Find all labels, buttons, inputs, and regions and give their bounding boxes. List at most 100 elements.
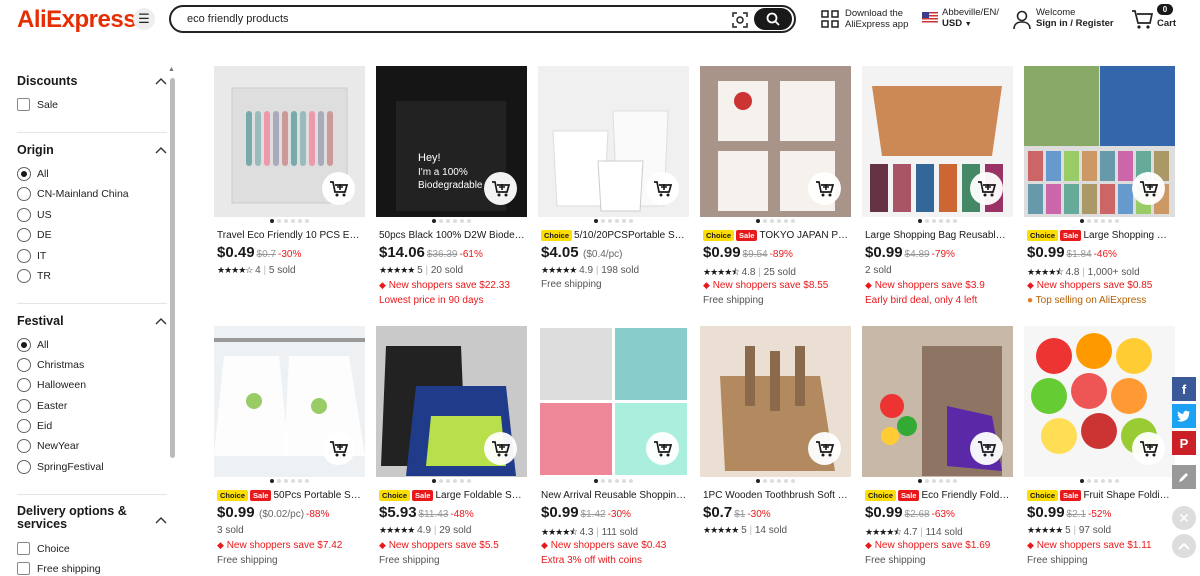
image-carousel-dots[interactable] [538, 219, 689, 225]
carousel-dot[interactable] [770, 479, 774, 483]
carousel-dot[interactable] [791, 219, 795, 223]
product-title[interactable]: ChoiceSaleLarge Foldable Shopping Bag [379, 488, 525, 502]
download-app[interactable]: Download the AliExpress app [821, 8, 921, 34]
add-to-cart-button[interactable] [322, 432, 355, 465]
carousel-dot[interactable] [467, 219, 471, 223]
carousel-dot[interactable] [777, 479, 781, 483]
carousel-dot[interactable] [291, 479, 295, 483]
carousel-dot[interactable] [277, 479, 281, 483]
product-title[interactable]: Travel Eco Friendly 10 PCS Eco Friendly [217, 228, 363, 242]
carousel-dot[interactable] [932, 479, 936, 483]
carousel-dot[interactable] [1087, 219, 1091, 223]
carousel-dot[interactable] [460, 479, 464, 483]
checkbox[interactable] [17, 542, 30, 555]
add-to-cart-button[interactable] [1132, 172, 1165, 205]
product-card[interactable]: ChoiceSaleFruit Shape Folding Shopping B… [1024, 326, 1175, 576]
carousel-dot[interactable] [432, 219, 436, 223]
image-carousel-dots[interactable] [700, 219, 851, 225]
carousel-dot[interactable] [925, 479, 929, 483]
carousel-dot[interactable] [601, 479, 605, 483]
radio[interactable] [17, 378, 31, 392]
carousel-dot[interactable] [460, 219, 464, 223]
add-to-cart-button[interactable] [484, 432, 517, 465]
carousel-dot[interactable] [298, 219, 302, 223]
radio[interactable] [17, 249, 31, 263]
carousel-dot[interactable] [439, 479, 443, 483]
radio[interactable] [17, 419, 31, 433]
carousel-dot[interactable] [777, 219, 781, 223]
radio[interactable] [17, 399, 31, 413]
carousel-dot[interactable] [1087, 479, 1091, 483]
carousel-dot[interactable] [1108, 219, 1112, 223]
add-to-cart-button[interactable] [484, 172, 517, 205]
carousel-dot[interactable] [946, 479, 950, 483]
sidebar-scrollbar[interactable]: ▲ [168, 66, 176, 466]
product-card[interactable]: Hey! I'm a 100% Biodegradable 50pcs Black 1… [376, 66, 527, 316]
product-title[interactable]: ChoiceSale50Pcs Portable Shoe Storage Ba… [217, 488, 363, 502]
feedback-icon[interactable] [1172, 465, 1196, 489]
account[interactable]: Welcome Sign in / Register [1013, 6, 1123, 34]
carousel-dot[interactable] [932, 219, 936, 223]
scrollbar-thumb[interactable] [170, 78, 175, 458]
radio[interactable] [17, 358, 31, 372]
carousel-dot[interactable] [622, 219, 626, 223]
carousel-dot[interactable] [467, 479, 471, 483]
product-title[interactable]: Large Shopping Bag Reusable Foldable [865, 228, 1011, 242]
product-card[interactable]: ChoiceSaleLarge Foldable Shopping Bag $5.… [376, 326, 527, 576]
carousel-dot[interactable] [1094, 219, 1098, 223]
language-currency[interactable]: Abbeville/EN/ USD ▼ [922, 7, 1012, 33]
image-carousel-dots[interactable] [376, 219, 527, 225]
carousel-dot[interactable] [784, 479, 788, 483]
menu-icon[interactable]: ☰ [133, 8, 155, 30]
back-to-top-icon[interactable] [1172, 534, 1196, 558]
product-card[interactable]: ChoiceSale50Pcs Portable Shoe Storage Ba… [214, 326, 365, 576]
pinterest-share-icon[interactable]: P [1172, 431, 1196, 455]
image-carousel-dots[interactable] [862, 219, 1013, 225]
carousel-dot[interactable] [601, 219, 605, 223]
carousel-dot[interactable] [1094, 479, 1098, 483]
carousel-dot[interactable] [953, 219, 957, 223]
carousel-dot[interactable] [629, 479, 633, 483]
radio[interactable] [17, 439, 31, 453]
radio[interactable] [17, 187, 31, 201]
carousel-dot[interactable] [1108, 479, 1112, 483]
product-title[interactable]: Choice5/10/20PCSPortable Storage Bag [541, 228, 687, 242]
add-to-cart-button[interactable] [646, 432, 679, 465]
carousel-dot[interactable] [291, 219, 295, 223]
carousel-dot[interactable] [305, 479, 309, 483]
radio[interactable] [17, 208, 31, 222]
image-carousel-dots[interactable] [538, 479, 689, 485]
carousel-dot[interactable] [939, 479, 943, 483]
product-title[interactable]: ChoiceSaleEco Friendly Foldable Shopping… [865, 488, 1011, 502]
carousel-dot[interactable] [784, 219, 788, 223]
carousel-dot[interactable] [1101, 479, 1105, 483]
signin-link[interactable]: Sign in / Register [1036, 18, 1114, 29]
carousel-dot[interactable] [446, 479, 450, 483]
search-button[interactable] [754, 8, 792, 30]
add-to-cart-button[interactable] [970, 432, 1003, 465]
add-to-cart-button[interactable] [646, 172, 679, 205]
add-to-cart-button[interactable] [808, 172, 841, 205]
chevron-up-icon[interactable] [155, 515, 167, 525]
scroll-up-icon[interactable]: ▲ [168, 66, 175, 73]
carousel-dot[interactable] [1101, 219, 1105, 223]
add-to-cart-button[interactable] [970, 172, 1003, 205]
carousel-dot[interactable] [270, 479, 274, 483]
image-search-icon[interactable] [731, 11, 749, 29]
carousel-dot[interactable] [1115, 479, 1119, 483]
carousel-dot[interactable] [615, 479, 619, 483]
image-carousel-dots[interactable] [1024, 219, 1175, 225]
image-carousel-dots[interactable] [214, 479, 365, 485]
carousel-dot[interactable] [953, 479, 957, 483]
product-card[interactable]: 1PC Wooden Toothbrush Soft Bristle $0.7$1… [700, 326, 851, 576]
carousel-dot[interactable] [763, 479, 767, 483]
chevron-up-icon[interactable] [155, 316, 167, 326]
carousel-dot[interactable] [453, 219, 457, 223]
carousel-dot[interactable] [284, 219, 288, 223]
search-bar[interactable]: eco friendly products [169, 5, 796, 33]
chevron-up-icon[interactable] [155, 76, 167, 86]
product-card[interactable]: ChoiceSaleTOKYO JAPAN Pattern Tote $0.99$… [700, 66, 851, 316]
checkbox[interactable] [17, 98, 30, 111]
carousel-dot[interactable] [622, 479, 626, 483]
radio[interactable] [17, 228, 31, 242]
